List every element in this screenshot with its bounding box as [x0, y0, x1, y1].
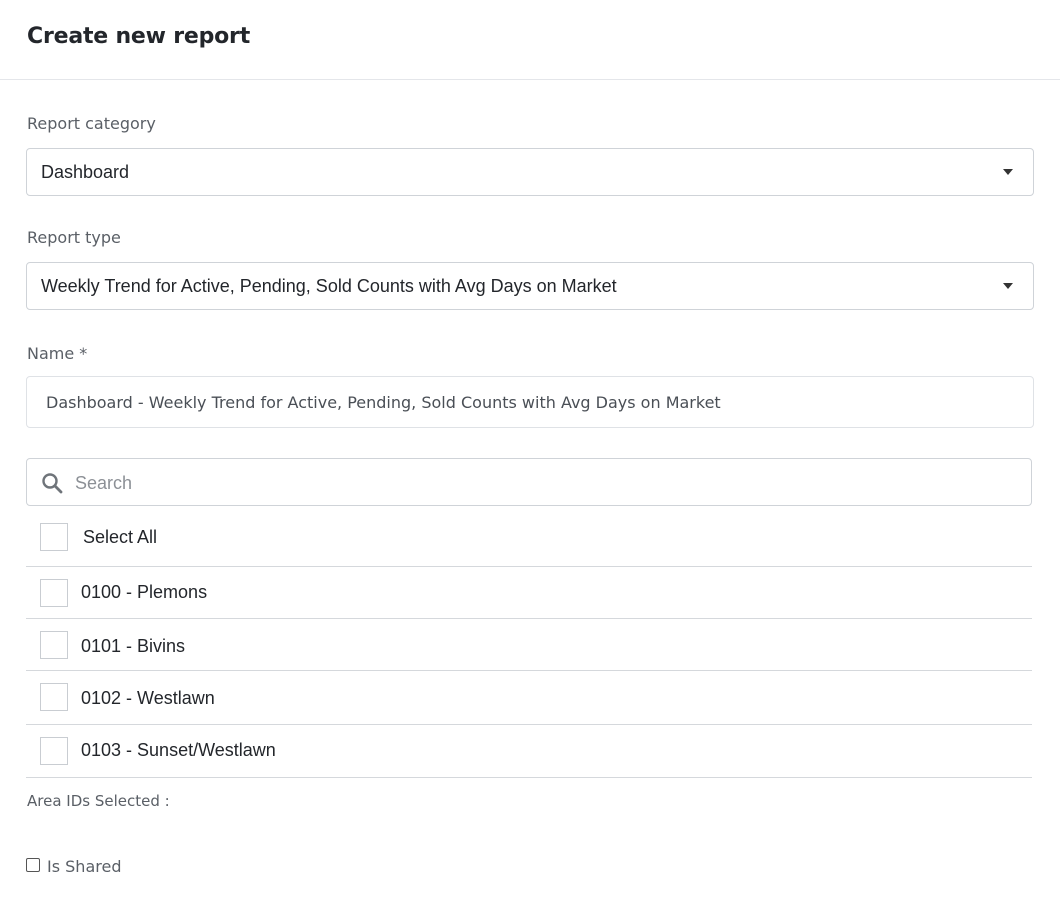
area-label: 0102 - Westlawn [81, 688, 215, 708]
select-all-row[interactable]: Select All [26, 508, 1032, 567]
area-checkbox[interactable] [40, 737, 68, 765]
area-checkbox[interactable] [40, 579, 68, 607]
area-ids-selected-label: Area IDs Selected : [27, 792, 170, 810]
is-shared-checkbox[interactable] [26, 858, 40, 872]
name-input[interactable] [26, 376, 1034, 428]
report-category-label: Report category [27, 114, 156, 133]
report-category-select[interactable]: Dashboard [26, 148, 1034, 196]
area-search-box [26, 458, 1032, 506]
caret-down-icon [1003, 169, 1013, 175]
report-type-value: Weekly Trend for Active, Pending, Sold C… [41, 276, 617, 296]
area-row-0103[interactable]: 0103 - Sunset/Westlawn [26, 725, 1032, 778]
dialog-header: Create new report [0, 0, 1060, 80]
area-row-0101[interactable]: 0101 - Bivins [26, 619, 1032, 671]
is-shared-label: Is Shared [47, 857, 122, 876]
report-type-select[interactable]: Weekly Trend for Active, Pending, Sold C… [26, 262, 1034, 310]
select-all-label: Select All [83, 527, 158, 547]
report-type-label: Report type [27, 228, 121, 247]
area-label: 0101 - Bivins [81, 636, 186, 656]
search-icon [42, 473, 63, 494]
select-all-checkbox[interactable] [40, 523, 68, 551]
area-search-input[interactable] [73, 465, 1017, 501]
area-checkbox[interactable] [40, 631, 68, 659]
name-label: Name * [27, 344, 88, 363]
area-row-0102[interactable]: 0102 - Westlawn [26, 671, 1032, 725]
area-row-0100[interactable]: 0100 - Plemons [26, 567, 1032, 619]
area-label: 0103 - Sunset/Westlawn [81, 740, 276, 760]
area-checkbox[interactable] [40, 683, 68, 711]
caret-down-icon [1003, 283, 1013, 289]
area-label: 0100 - Plemons [81, 582, 208, 602]
dialog-title: Create new report [27, 24, 251, 49]
report-category-value: Dashboard [41, 162, 130, 182]
